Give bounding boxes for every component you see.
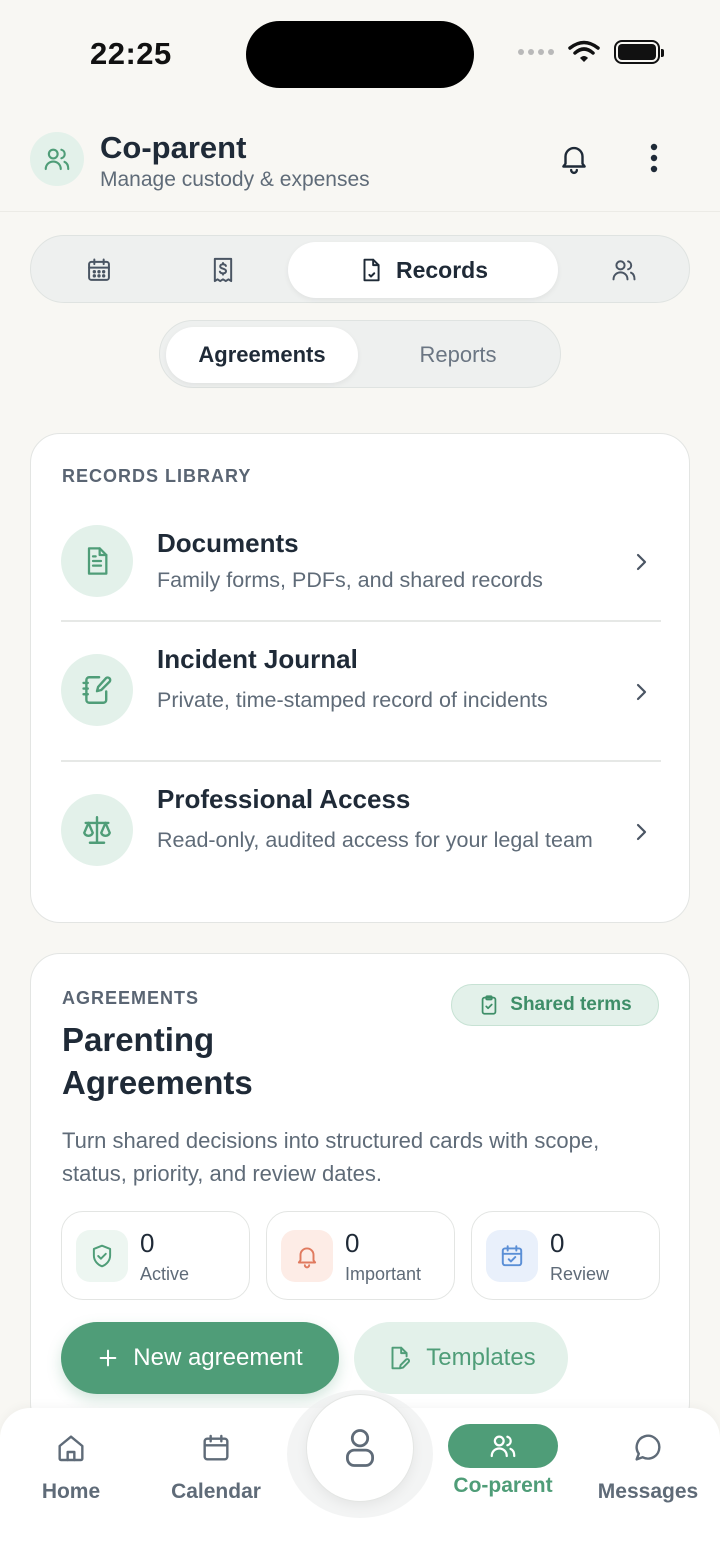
stat-value: 0 (550, 1228, 565, 1258)
library-item-icon (61, 794, 133, 866)
users-icon (490, 1435, 516, 1458)
scale-icon (83, 816, 111, 844)
page-title: Co-parent (100, 130, 247, 165)
nav-icon (448, 1424, 558, 1468)
records-subtabs: Agreements Reports (159, 320, 561, 388)
profile-center-button[interactable] (306, 1394, 414, 1502)
stat-value: 0 (345, 1228, 360, 1258)
library-item-description: Family forms, PDFs, and shared records (157, 568, 543, 592)
document-icon (363, 258, 380, 282)
tab-people[interactable] (574, 242, 674, 298)
nav-home[interactable]: Home (22, 1408, 120, 1518)
records-library-eyebrow: RECORDS LIBRARY (62, 466, 252, 486)
notifications-button[interactable] (552, 136, 596, 180)
users-icon (612, 260, 636, 281)
nav-label: Co-parent (453, 1474, 553, 1497)
library-item-icon (61, 654, 133, 726)
shared-terms-badge: Shared terms (451, 984, 659, 1026)
status-bar: 22:25 (0, 0, 720, 110)
templates-label: Templates (426, 1344, 536, 1371)
message-circle-icon (635, 1434, 661, 1461)
library-item-icon (61, 525, 133, 597)
new-agreement-button[interactable]: New agreement (61, 1322, 339, 1394)
more-options-button[interactable] (632, 136, 676, 180)
stat-icon (281, 1230, 333, 1282)
stat-value: 0 (140, 1228, 155, 1258)
chevron-right-icon (636, 823, 647, 841)
battery-icon (614, 40, 664, 64)
document-icon (87, 547, 108, 575)
library-item-documents[interactable]: Documents Family forms, PDFs, and shared… (61, 524, 661, 620)
tab-records-label: Records (395, 256, 489, 283)
nav-coparent[interactable]: Co-parent (442, 1408, 564, 1518)
home-icon (58, 1435, 84, 1462)
app-header: Co-parent Manage custody & expenses (0, 128, 720, 212)
section-tabs: Records (30, 235, 690, 303)
notebook-pen-icon (82, 676, 112, 704)
receipt-icon (213, 257, 233, 283)
stat-label: Review (550, 1264, 610, 1284)
wifi-icon (568, 40, 600, 62)
nav-calendar[interactable]: Calendar (158, 1408, 274, 1518)
shared-terms-label: Shared terms (510, 994, 632, 1015)
users-icon (44, 148, 70, 171)
new-agreement-label: New agreement (133, 1344, 303, 1371)
tab-expenses[interactable] (173, 242, 273, 298)
nav-label: Calendar (171, 1480, 261, 1503)
subtab-reports[interactable]: Reports (364, 327, 552, 383)
library-item-title: Professional Access (157, 784, 411, 814)
person-icon (346, 1429, 374, 1467)
agreements-title: Parenting Agreements (62, 1021, 253, 1101)
calendar-check-icon (501, 1245, 523, 1267)
library-item-professional-access[interactable]: Professional Access Read-only, audited a… (61, 782, 661, 897)
library-item-description: Private, time-stamped record of incident… (157, 688, 548, 712)
more-vertical-icon (650, 143, 658, 173)
calendar-icon (203, 1434, 229, 1461)
nav-icon (626, 1430, 670, 1466)
nav-messages[interactable]: Messages (590, 1408, 706, 1518)
subtab-agreements[interactable]: Agreements (166, 327, 358, 383)
chevron-right-icon (636, 683, 647, 701)
signal-icon (518, 49, 554, 55)
page-subtitle: Manage custody & expenses (100, 168, 370, 191)
plus-icon (99, 1349, 117, 1367)
agreements-card: AGREEMENTS Shared terms Parenting Agreem… (30, 953, 690, 1433)
dynamic-island (246, 21, 474, 88)
bell-icon (297, 1247, 317, 1269)
stat-label: Active (140, 1264, 190, 1284)
clipboard-check-icon (481, 995, 497, 1015)
library-item-incident-journal[interactable]: Incident Journal Private, time-stamped r… (61, 642, 661, 757)
stat-important[interactable]: 0 Important (266, 1211, 455, 1300)
records-library-card: RECORDS LIBRARY Documents Family forms, … (30, 433, 690, 923)
tab-calendar[interactable] (49, 242, 149, 298)
status-icons (518, 40, 664, 64)
stat-icon (76, 1230, 128, 1282)
nav-icon (49, 1430, 93, 1466)
nav-icon (194, 1430, 238, 1466)
stat-label: Important (345, 1264, 422, 1284)
stat-icon (486, 1230, 538, 1282)
templates-button[interactable]: Templates (354, 1322, 568, 1394)
stat-active[interactable]: 0 Active (61, 1211, 250, 1300)
bell-icon (562, 146, 586, 175)
library-item-description: Read-only, audited access for your legal… (157, 828, 593, 852)
status-time: 22:25 (90, 36, 172, 71)
shield-check-icon (92, 1244, 112, 1268)
chevron-right-icon (636, 553, 647, 571)
calendar-icon (88, 258, 110, 281)
file-edit-icon (391, 1346, 411, 1370)
divider (61, 620, 661, 622)
coparent-avatar (30, 132, 84, 186)
agreements-description: Turn shared decisions into structured ca… (62, 1128, 600, 1186)
divider (61, 760, 661, 762)
library-item-title: Incident Journal (157, 644, 358, 674)
stat-review[interactable]: 0 Review (471, 1211, 660, 1300)
nav-label: Messages (597, 1480, 699, 1503)
agreements-eyebrow: AGREEMENTS (62, 988, 200, 1008)
nav-label: Home (41, 1480, 101, 1503)
bottom-navigation: Home Calendar Co-parent Messages (0, 1390, 720, 1561)
tab-records[interactable]: Records (288, 242, 558, 298)
library-item-title: Documents (157, 528, 299, 558)
